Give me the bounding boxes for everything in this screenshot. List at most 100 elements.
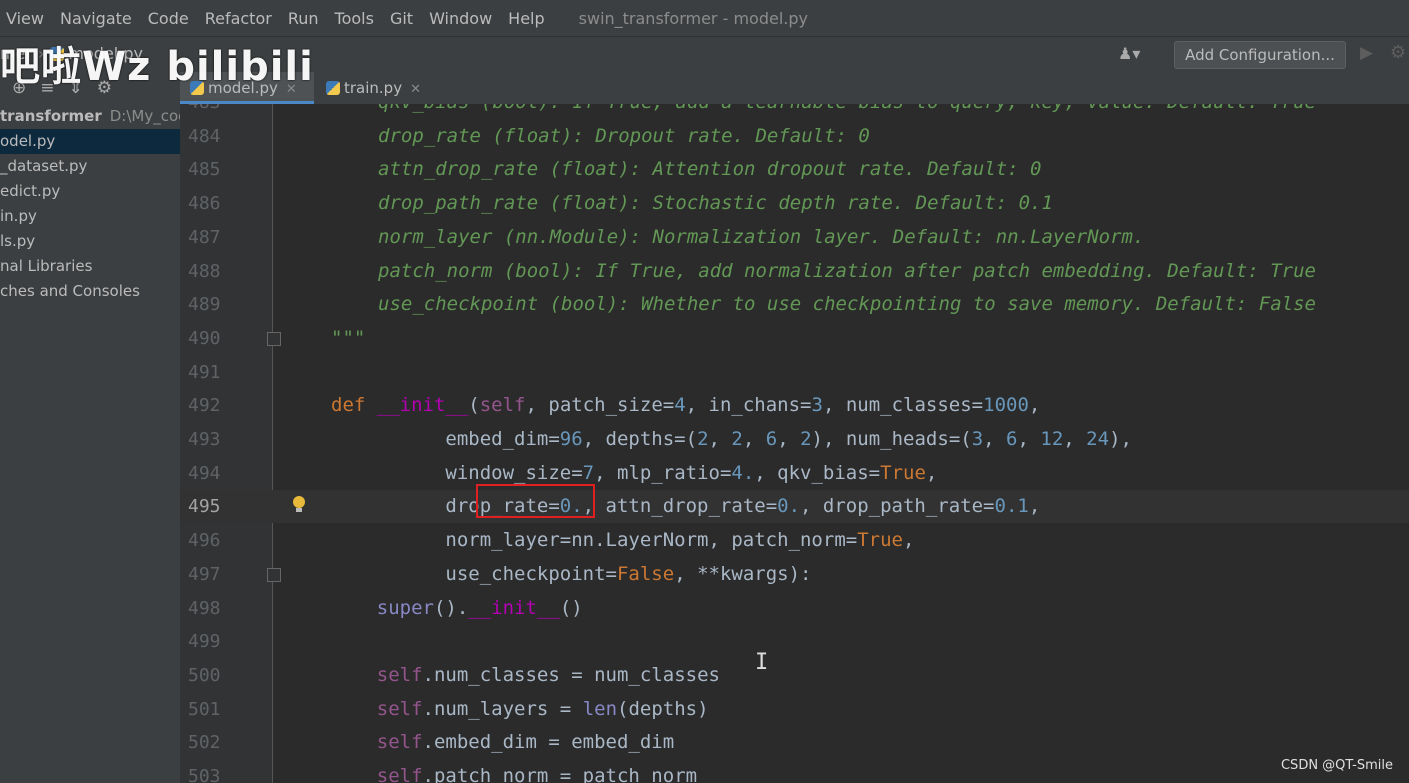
settings-icon[interactable]: ⚙ [1390,42,1406,63]
line-number[interactable]: 483 [188,104,232,119]
code-line[interactable]: 487 norm_layer (nn.Module): Normalization… [180,221,1409,254]
code-token: .num_classes = num_classes [422,663,720,686]
line-number[interactable]: 496 [188,524,232,557]
tree-item-dataset[interactable]: _dataset.py [0,154,180,179]
close-icon[interactable]: ✕ [410,82,421,97]
line-number[interactable]: 499 [188,625,232,658]
tree-item-utils[interactable]: ls.py [0,229,180,254]
add-configuration-button[interactable]: Add Configuration... [1174,41,1346,69]
line-number[interactable]: 503 [188,760,232,783]
tree-root[interactable]: transformer D:\My_code [0,104,180,129]
menu-help[interactable]: Help [500,9,552,28]
code-token: 2 [731,428,743,450]
fold-marker-icon[interactable] [267,567,281,582]
code-line[interactable]: 485 attn_drop_rate (float): Attention dro… [180,153,1409,186]
code-token: norm_layer (nn.Module): Normalization la… [378,225,1145,248]
code-token: .patch_norm = patch_norm [422,765,698,783]
menu-window[interactable]: Window [421,9,500,28]
code-token: 96 [559,428,583,450]
code-token: """ [331,326,366,349]
code-token: ), [1109,428,1132,450]
code-token: True [880,461,926,484]
code-line[interactable]: 489 use_checkpoint (bool): Whether to use… [180,288,1409,321]
code-line[interactable]: 502 self.embed_dim = embed_dim [180,726,1409,759]
code-line[interactable]: 501 self.num_layers = len(depths) [180,693,1409,726]
tree-item-model[interactable]: odel.py [0,129,180,154]
code-line[interactable]: 483 qkv_bias (bool): If True, add a learn… [180,104,1409,119]
code-line[interactable]: 494 window_size=7, mlp_ratio=4., qkv_bia… [180,457,1409,490]
line-number[interactable]: 497 [188,558,232,591]
code-line[interactable]: 495 drop_rate=0., attn_drop_rate=0., dro… [180,490,1409,524]
line-number[interactable]: 498 [188,592,232,625]
code-token: , num_classes= [822,394,984,417]
line-number[interactable]: 491 [188,356,232,389]
code-token: window_size= [331,461,583,484]
line-number[interactable]: 490 [188,322,232,355]
code-token: , [1028,394,1041,417]
line-number[interactable]: 495 [188,490,232,523]
code-token: , depths=( [582,428,698,450]
code-token: , [983,428,1007,450]
project-root-name: transformer [0,107,102,125]
fold-marker-icon[interactable] [267,331,281,346]
code-line[interactable]: 500 self.num_classes = num_classes [180,659,1409,692]
menu-refactor[interactable]: Refactor [197,9,280,28]
line-number[interactable]: 501 [188,693,232,726]
code-token: __init__ [376,394,469,417]
line-number[interactable]: 487 [188,221,232,254]
menu-run[interactable]: Run [280,9,327,28]
code-token: 2 [800,428,812,450]
code-line[interactable]: 503 self.patch_norm = patch_norm [180,760,1409,783]
code-token: ( [468,394,480,417]
code-line[interactable]: 486 drop_path_rate (float): Stochastic de… [180,187,1409,220]
line-number[interactable]: 488 [188,255,232,288]
line-number[interactable]: 494 [188,457,232,490]
line-number[interactable]: 502 [188,726,232,759]
tree-item-scratches[interactable]: ches and Consoles [0,279,180,304]
code-line[interactable]: 496 norm_layer=nn.LayerNorm, patch_norm=… [180,524,1409,557]
user-icon[interactable]: ♟▾ [1118,44,1140,63]
code-text: drop_path_rate (float): Stochastic depth… [378,187,1053,220]
code-token: __init__ [468,596,560,619]
code-line[interactable]: 493 embed_dim=96, depths=(2, 2, 6, 2), n… [180,423,1409,456]
code-token: use_checkpoint (bool): Whether to use ch… [378,293,1316,316]
code-line[interactable]: 488 patch_norm (bool): If True, add norma… [180,255,1409,288]
line-number[interactable]: 485 [188,153,232,186]
code-line[interactable]: 498 super().__init__() [180,592,1409,625]
tree-item-predict[interactable]: edict.py [0,179,180,204]
code-line[interactable]: 491 [180,356,1409,389]
tree-item-train[interactable]: in.py [0,204,180,229]
code-editor[interactable]: 483 qkv_bias (bool): If True, add a learn… [180,104,1409,783]
code-line[interactable]: 484 drop_rate (float): Dropout rate. Defa… [180,120,1409,153]
menu-tools[interactable]: Tools [327,9,382,28]
code-token: self [479,394,526,417]
code-token: def [331,394,377,417]
code-line[interactable]: 497 use_checkpoint=False, **kwargs): [180,558,1409,591]
code-token: 3 [971,428,984,450]
menu-navigate[interactable]: Navigate [52,9,140,28]
code-text: def __init__(self, patch_size=4, in_chan… [331,389,1040,422]
code-line[interactable]: 490 """ [180,322,1409,355]
code-token: (). [433,596,469,619]
code-text: self.num_layers = len(depths) [331,693,709,726]
menu-code[interactable]: Code [140,9,197,28]
menu-view[interactable]: View [0,9,52,28]
code-text: qkv_bias (bool): If True, add a learnabl… [378,104,1316,119]
line-number[interactable]: 489 [188,288,232,321]
tab-train[interactable]: train.py ✕ [316,72,436,104]
code-text: drop_rate (float): Dropout rate. Default… [378,120,870,153]
line-number[interactable]: 492 [188,389,232,422]
tree-item-external-libraries[interactable]: nal Libraries [0,254,180,279]
code-line[interactable]: 499 [180,625,1409,658]
line-number[interactable]: 484 [188,120,232,153]
menu-git[interactable]: Git [382,9,421,28]
code-token: , [777,428,801,450]
line-number[interactable]: 486 [188,187,232,220]
code-token: .num_layers = [422,697,583,720]
code-line[interactable]: 492 def __init__(self, patch_size=4, in_c… [180,389,1409,422]
line-number[interactable]: 493 [188,423,232,456]
lightbulb-icon[interactable] [293,496,305,513]
line-number[interactable]: 500 [188,659,232,692]
run-icon[interactable]: ▶ [1360,43,1373,63]
